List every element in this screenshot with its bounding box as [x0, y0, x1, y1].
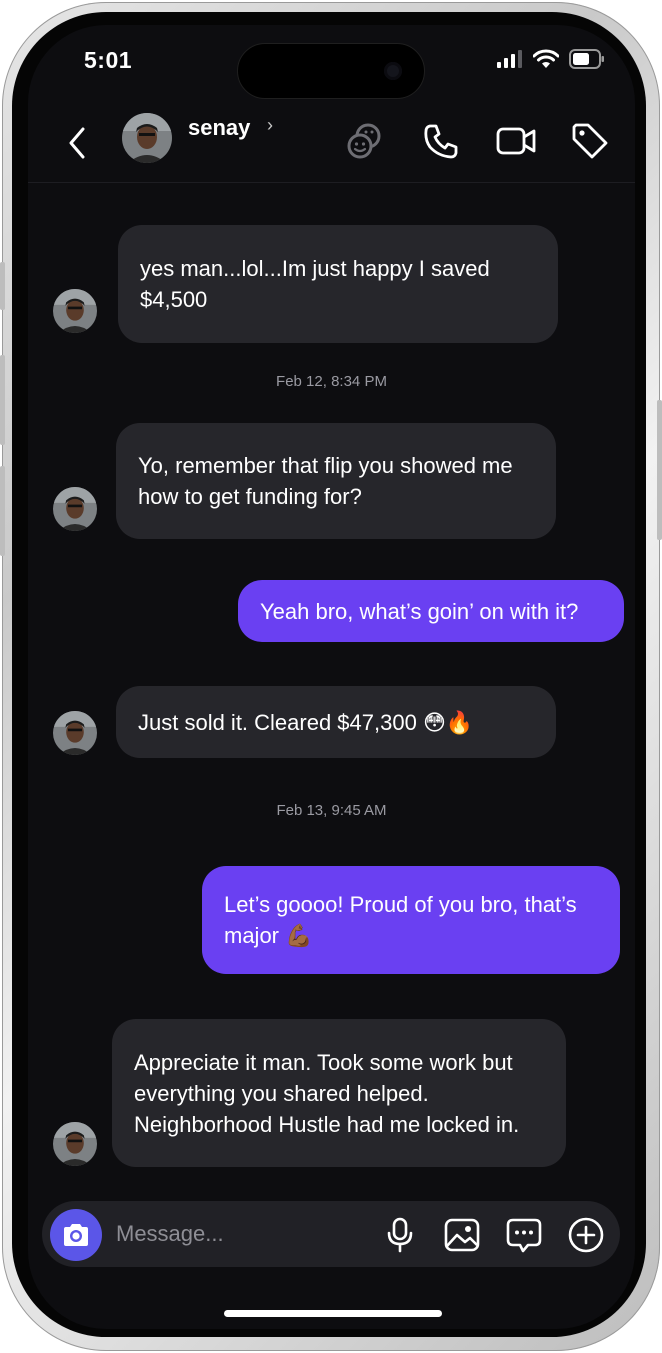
contact-name[interactable]: senay: [188, 115, 250, 141]
message-bubble-outgoing[interactable]: Let’s goooo! Proud of you bro, that’s ma…: [202, 866, 620, 974]
header-divider: [28, 182, 635, 183]
avatar[interactable]: [53, 1122, 97, 1166]
message-bubble-incoming[interactable]: Yo, remember that flip you showed me how…: [116, 423, 556, 539]
chat-bubble-button[interactable]: [504, 1215, 544, 1255]
tag-icon[interactable]: [568, 119, 612, 163]
avatar[interactable]: [53, 289, 97, 333]
status-time: 5:01: [84, 47, 133, 73]
message-bubble-incoming[interactable]: yes man...lol...Im just happy I saved $4…: [118, 225, 558, 343]
phone-icon[interactable]: [420, 119, 464, 163]
timestamp: Feb 12, 8:34 PM: [276, 373, 387, 390]
plus-circle-icon: [568, 1217, 604, 1253]
message-bubble-incoming[interactable]: Just sold it. Cleared $47,300 😳🔥: [116, 686, 556, 758]
stickers-icon[interactable]: [342, 119, 386, 163]
screen: 5:01 senay › yes man...lol...Im just hap…: [28, 25, 635, 1329]
camera-button[interactable]: [50, 1209, 102, 1261]
side-button: [0, 355, 5, 445]
message-bubble-outgoing[interactable]: Yeah bro, what’s goin’ on with it?: [238, 580, 624, 642]
message-text: Yeah bro, what’s goin’ on with it?: [260, 598, 579, 624]
chat-bubble-icon: [506, 1218, 542, 1253]
image-icon: [444, 1218, 480, 1252]
home-indicator[interactable]: [224, 1310, 442, 1317]
front-camera-icon: [384, 62, 402, 80]
cellular-signal-icon: [497, 50, 522, 68]
message-text: Yo, remember that flip you showed me how…: [138, 453, 513, 509]
side-button: [657, 400, 662, 540]
camera-icon: [64, 1224, 88, 1246]
message-text: Just sold it. Cleared $47,300 😳🔥: [138, 709, 474, 735]
chat-header: senay ›: [28, 107, 635, 183]
microphone-icon: [387, 1217, 413, 1253]
timestamp: Feb 13, 9:45 AM: [276, 802, 387, 819]
contact-avatar[interactable]: [122, 113, 172, 163]
message-text: yes man...lol...Im just happy I saved $4…: [140, 256, 490, 312]
avatar[interactable]: [53, 487, 97, 531]
message-text: Let’s goooo! Proud of you bro, that’s ma…: [224, 892, 577, 948]
message-composer: [42, 1201, 620, 1267]
side-button: [0, 262, 5, 310]
video-camera-icon[interactable]: [494, 119, 538, 163]
microphone-button[interactable]: [380, 1215, 420, 1255]
side-button: [0, 466, 5, 556]
dynamic-island: [237, 43, 425, 99]
chevron-right-icon[interactable]: ›: [267, 115, 273, 136]
plus-button[interactable]: [566, 1215, 606, 1255]
message-text: Appreciate it man. Took some work but ev…: [134, 1049, 520, 1137]
message-bubble-incoming[interactable]: Appreciate it man. Took some work but ev…: [112, 1019, 566, 1167]
status-icons: [497, 49, 605, 69]
avatar[interactable]: [53, 711, 97, 755]
image-button[interactable]: [442, 1215, 482, 1255]
wifi-icon: [533, 49, 559, 68]
back-chevron-icon[interactable]: [62, 123, 92, 163]
battery-icon: [569, 49, 604, 69]
message-input[interactable]: [116, 1219, 366, 1249]
